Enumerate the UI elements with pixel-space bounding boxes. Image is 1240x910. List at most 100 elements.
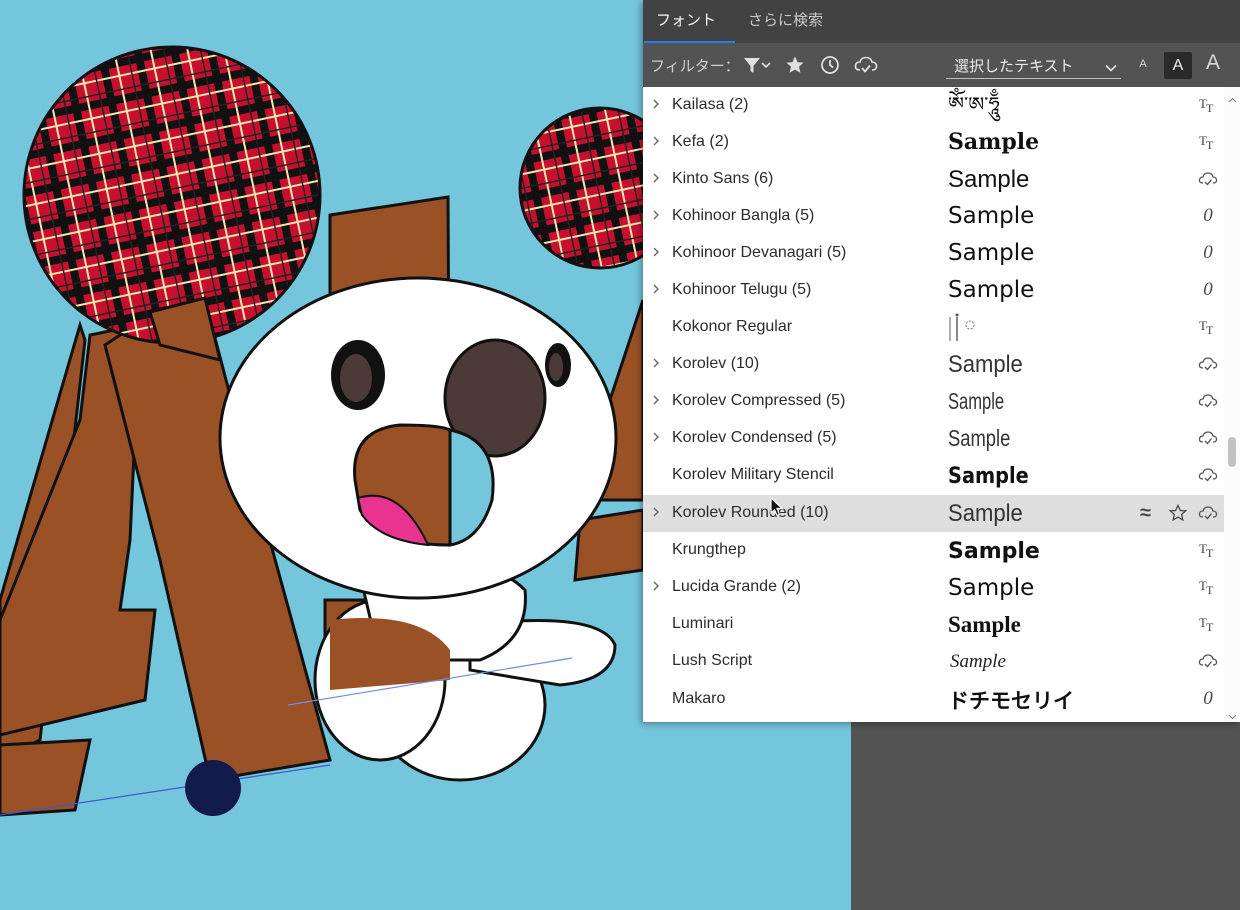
show-similar-icon[interactable]: ≈ bbox=[1140, 503, 1158, 523]
truetype-font-icon: TT bbox=[1196, 131, 1220, 153]
truetype-font-icon: TT bbox=[1196, 576, 1220, 598]
font-row-kohinoor-devanagari[interactable]: Kohinoor Devanagari (5) Sample 0 bbox=[643, 235, 1224, 272]
font-sample-text: Sample bbox=[948, 612, 1021, 637]
adobe-cloud-font-icon bbox=[1196, 427, 1220, 449]
font-name: Kefa (2) bbox=[672, 133, 729, 150]
expand-chevron-icon[interactable] bbox=[651, 505, 661, 519]
expand-chevron-icon[interactable] bbox=[651, 356, 661, 370]
font-row-kinto-sans[interactable]: Kinto Sans (6) Sample bbox=[643, 161, 1224, 198]
font-sample-text: Sample bbox=[948, 203, 1034, 229]
font-row-kohinoor-telugu[interactable]: Kohinoor Telugu (5) Sample 0 bbox=[643, 272, 1224, 309]
font-sample-text: Sample bbox=[950, 651, 1006, 672]
adobe-cloud-font-icon bbox=[1196, 353, 1220, 375]
filter-label: フィルター： bbox=[650, 58, 740, 75]
font-list-scrollbar[interactable] bbox=[1224, 87, 1240, 722]
font-row-korolev-condensed[interactable]: Korolev Condensed (5) Sample bbox=[643, 420, 1224, 457]
font-sample-preview: Sample bbox=[948, 129, 1039, 155]
font-sample-preview bbox=[949, 313, 975, 341]
workspace-background bbox=[851, 722, 1240, 910]
font-name: Korolev Compressed (5) bbox=[672, 392, 846, 409]
font-row-korolev-military-stencil[interactable]: Korolev Military Stencil Sample bbox=[643, 457, 1224, 494]
font-row-makaro[interactable]: Makaro ドチモセリイ 0 bbox=[643, 681, 1224, 718]
font-name: Kokonor Regular bbox=[672, 318, 793, 335]
font-name: Kohinoor Bangla (5) bbox=[672, 207, 815, 224]
font-sample-text: ཨོཾ་ཨ་ཧཱུྃ bbox=[948, 87, 1000, 122]
sample-size-medium-button[interactable]: A bbox=[1164, 52, 1192, 79]
font-menu-panel: フォント さらに検索 フィルター： 選択したテキスト A A A Kailasa… bbox=[643, 0, 1240, 722]
opentype-font-icon: 0 bbox=[1203, 279, 1213, 300]
expand-chevron-icon[interactable] bbox=[651, 97, 661, 111]
expand-chevron-icon[interactable] bbox=[651, 430, 661, 444]
font-row-lucida-grande[interactable]: Lucida Grande (2) Sample TT bbox=[643, 569, 1224, 606]
font-sample-preview: Sample bbox=[948, 612, 1021, 637]
font-row-kokonor[interactable]: Kokonor Regular TT bbox=[643, 309, 1224, 346]
truetype-font-icon: TT bbox=[1196, 613, 1220, 635]
font-sample-text: Sample bbox=[948, 499, 1023, 526]
font-name: Korolev (10) bbox=[672, 355, 760, 372]
font-sample-preview: Sample bbox=[948, 350, 1023, 377]
font-sample-text: Sample bbox=[948, 463, 1029, 488]
mouse-pointer-icon bbox=[770, 496, 784, 522]
expand-chevron-icon[interactable] bbox=[651, 245, 661, 259]
font-name: Korolev Rounded (10) bbox=[672, 504, 829, 521]
adobe-cloud-font-icon bbox=[1196, 390, 1220, 412]
font-row-kohinoor-bangla[interactable]: Kohinoor Bangla (5) Sample 0 bbox=[643, 198, 1224, 235]
font-row-korolev-rounded[interactable]: Korolev Rounded (10) Sample ≈ bbox=[643, 495, 1224, 532]
sample-text-dropdown-value: 選択したテキスト bbox=[954, 58, 1074, 75]
svg-text:T: T bbox=[1206, 620, 1214, 633]
filter-bar: フィルター： 選択したテキスト A A A bbox=[643, 43, 1240, 87]
font-sample-text: Sample bbox=[948, 166, 1029, 193]
tab-find-more[interactable]: さらに検索 bbox=[736, 0, 835, 43]
font-sample-text: Sample bbox=[948, 575, 1034, 601]
scroll-down-icon[interactable] bbox=[1228, 707, 1237, 725]
sample-text-dropdown[interactable]: 選択したテキスト bbox=[946, 52, 1121, 79]
font-sample-preview: Sample bbox=[948, 426, 1010, 451]
font-name: Korolev Condensed (5) bbox=[672, 429, 837, 446]
scrollbar-thumb[interactable] bbox=[1228, 437, 1236, 467]
font-sample-text: Sample bbox=[948, 389, 1004, 414]
expand-chevron-icon[interactable] bbox=[651, 579, 661, 593]
filter-funnel-icon[interactable] bbox=[740, 53, 774, 77]
font-name: Lush Script bbox=[672, 652, 753, 669]
expand-chevron-icon[interactable] bbox=[651, 134, 661, 148]
opentype-font-icon: 0 bbox=[1203, 205, 1213, 226]
expand-chevron-icon[interactable] bbox=[651, 393, 661, 407]
tab-fonts[interactable]: フォント bbox=[644, 0, 735, 43]
font-sample-text: Sample bbox=[948, 240, 1034, 266]
font-name: Kohinoor Telugu (5) bbox=[672, 281, 812, 298]
clock-icon[interactable] bbox=[819, 53, 841, 77]
font-row-lush-script[interactable]: Lush Script Sample bbox=[643, 643, 1224, 680]
opentype-font-icon: 0 bbox=[1203, 688, 1213, 709]
font-row-kefa[interactable]: Kefa (2) Sample TT bbox=[643, 124, 1224, 161]
adobe-cloud-font-icon bbox=[1196, 168, 1220, 190]
font-sample-preview: Sample bbox=[948, 166, 1029, 193]
expand-chevron-icon[interactable] bbox=[651, 171, 661, 185]
font-name: Kohinoor Devanagari (5) bbox=[672, 244, 847, 261]
adobe-cloud-font-icon bbox=[1196, 464, 1220, 486]
font-name: Lucida Grande (2) bbox=[672, 578, 801, 595]
font-sample-preview: Sample bbox=[948, 203, 1034, 229]
font-sample-text: Sample bbox=[948, 539, 1040, 564]
star-outline-icon[interactable] bbox=[1168, 503, 1188, 522]
svg-text:T: T bbox=[1206, 546, 1214, 559]
font-sample-preview: Sample bbox=[948, 277, 1034, 303]
font-row-krungthep[interactable]: Krungthep Sample TT bbox=[643, 532, 1224, 569]
scroll-up-icon[interactable] bbox=[1228, 90, 1237, 108]
expand-chevron-icon[interactable] bbox=[651, 208, 661, 222]
cloud-check-icon[interactable] bbox=[853, 53, 879, 77]
svg-text:T: T bbox=[1206, 583, 1214, 596]
star-icon[interactable] bbox=[784, 53, 806, 77]
opentype-font-icon: 0 bbox=[1203, 242, 1213, 263]
font-list: Kailasa (2) ཨོཾ་ཨ་ཧཱུྃ TT Kefa (2) Sampl… bbox=[643, 87, 1240, 722]
font-row-luminari[interactable]: Luminari Sample TT bbox=[643, 606, 1224, 643]
chevron-down-icon bbox=[1105, 59, 1117, 77]
font-sample-preview: Sample bbox=[948, 575, 1034, 601]
font-row-kailasa[interactable]: Kailasa (2) ཨོཾ་ཨ་ཧཱུྃ TT bbox=[643, 87, 1224, 124]
font-row-korolev[interactable]: Korolev (10) Sample bbox=[643, 346, 1224, 383]
font-name: Luminari bbox=[672, 615, 734, 632]
expand-chevron-icon[interactable] bbox=[651, 282, 661, 296]
font-row-korolev-compressed[interactable]: Korolev Compressed (5) Sample bbox=[643, 383, 1224, 420]
sample-size-large-button[interactable]: A bbox=[1201, 51, 1225, 75]
sample-size-small-button[interactable]: A bbox=[1133, 58, 1153, 70]
svg-text:T: T bbox=[1206, 323, 1214, 336]
